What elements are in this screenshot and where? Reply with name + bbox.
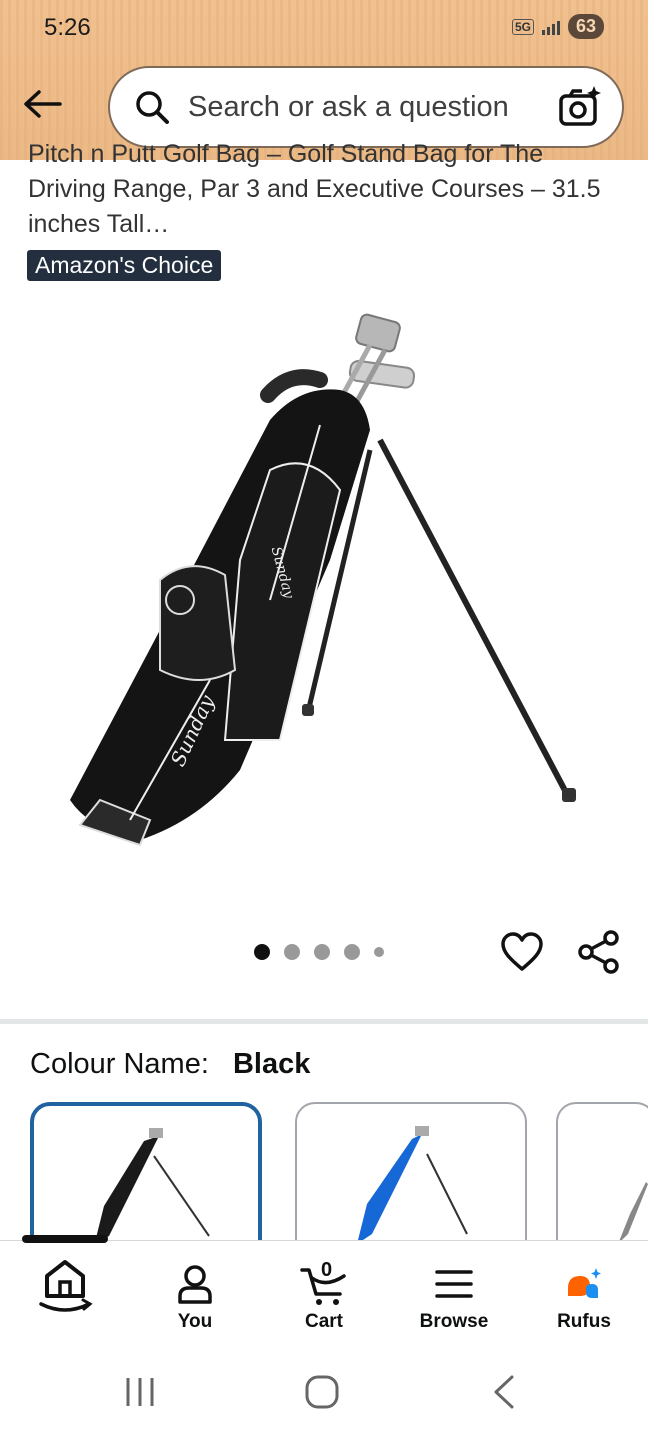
- search-icon: [136, 91, 169, 124]
- product-title-partial[interactable]: Pitch n Putt Golf Bag – Golf Stand Bag f…: [28, 140, 628, 170]
- arrow-left-icon: [24, 90, 62, 118]
- colour-selector-label: Colour Name: Black: [30, 1048, 310, 1081]
- colour-swatch-grey[interactable]: [556, 1102, 648, 1262]
- carousel-dot[interactable]: [314, 944, 330, 960]
- section-divider: [0, 1019, 648, 1024]
- carousel-dot[interactable]: [374, 947, 384, 957]
- bottom-navigation: You 0 Cart Browse Rufus: [0, 1235, 648, 1350]
- product-image[interactable]: Sunday Sunday: [40, 300, 620, 880]
- swatch-image: [357, 1126, 468, 1244]
- active-tab-indicator: [22, 1235, 108, 1243]
- battery-indicator: 63: [567, 14, 604, 39]
- carousel-dot[interactable]: [284, 944, 300, 960]
- menu-icon: [435, 1270, 473, 1298]
- home-button-icon[interactable]: [302, 1372, 342, 1412]
- colour-label: Colour Name:: [30, 1048, 209, 1080]
- search-input[interactable]: Search or ask a question: [188, 91, 558, 124]
- nav-browse-label: Browse: [419, 1311, 489, 1332]
- share-icon[interactable]: [577, 930, 621, 974]
- swatch-image: [618, 1182, 648, 1244]
- nav-you[interactable]: You: [140, 1261, 250, 1333]
- cart-count-badge: 0: [321, 1259, 333, 1281]
- nav-rufus[interactable]: Rufus: [529, 1261, 639, 1333]
- user-icon: [178, 1265, 212, 1304]
- carousel-dot[interactable]: [344, 944, 360, 960]
- recent-apps-icon[interactable]: [120, 1372, 160, 1412]
- colour-value: Black: [232, 1048, 311, 1080]
- home-icon: [39, 1260, 93, 1312]
- signal-icon: [541, 19, 560, 35]
- system-back-icon[interactable]: [486, 1372, 526, 1412]
- nav-browse[interactable]: Browse: [399, 1261, 509, 1333]
- amazons-choice-badge: Amazon's Choice: [27, 250, 222, 281]
- nav-cart[interactable]: 0 Cart: [269, 1259, 379, 1333]
- network-indicator: 5G: [511, 18, 534, 35]
- status-icons: 5G 63: [511, 14, 604, 39]
- nav-rufus-label: Rufus: [557, 1311, 611, 1332]
- back-button[interactable]: [20, 82, 64, 126]
- rufus-icon: [568, 1268, 601, 1298]
- status-time: 5:26: [44, 14, 91, 41]
- image-carousel-dots[interactable]: [254, 944, 384, 960]
- nav-home[interactable]: [10, 1260, 120, 1312]
- system-navigation-bar: [0, 1350, 648, 1440]
- nav-you-label: You: [177, 1311, 213, 1332]
- heart-icon[interactable]: [500, 930, 544, 974]
- camera-sparkle-icon: [559, 86, 601, 126]
- carousel-dot[interactable]: [254, 944, 270, 960]
- app-header: 5:26 5G 63 Search or ask a question: [0, 0, 648, 160]
- camera-search-button[interactable]: [558, 85, 602, 129]
- search-bar[interactable]: Search or ask a question: [108, 66, 624, 148]
- colour-swatch-blue[interactable]: [295, 1102, 527, 1262]
- nav-cart-label: Cart: [304, 1311, 343, 1332]
- product-title[interactable]: Driving Range, Par 3 and Executive Cours…: [28, 172, 618, 242]
